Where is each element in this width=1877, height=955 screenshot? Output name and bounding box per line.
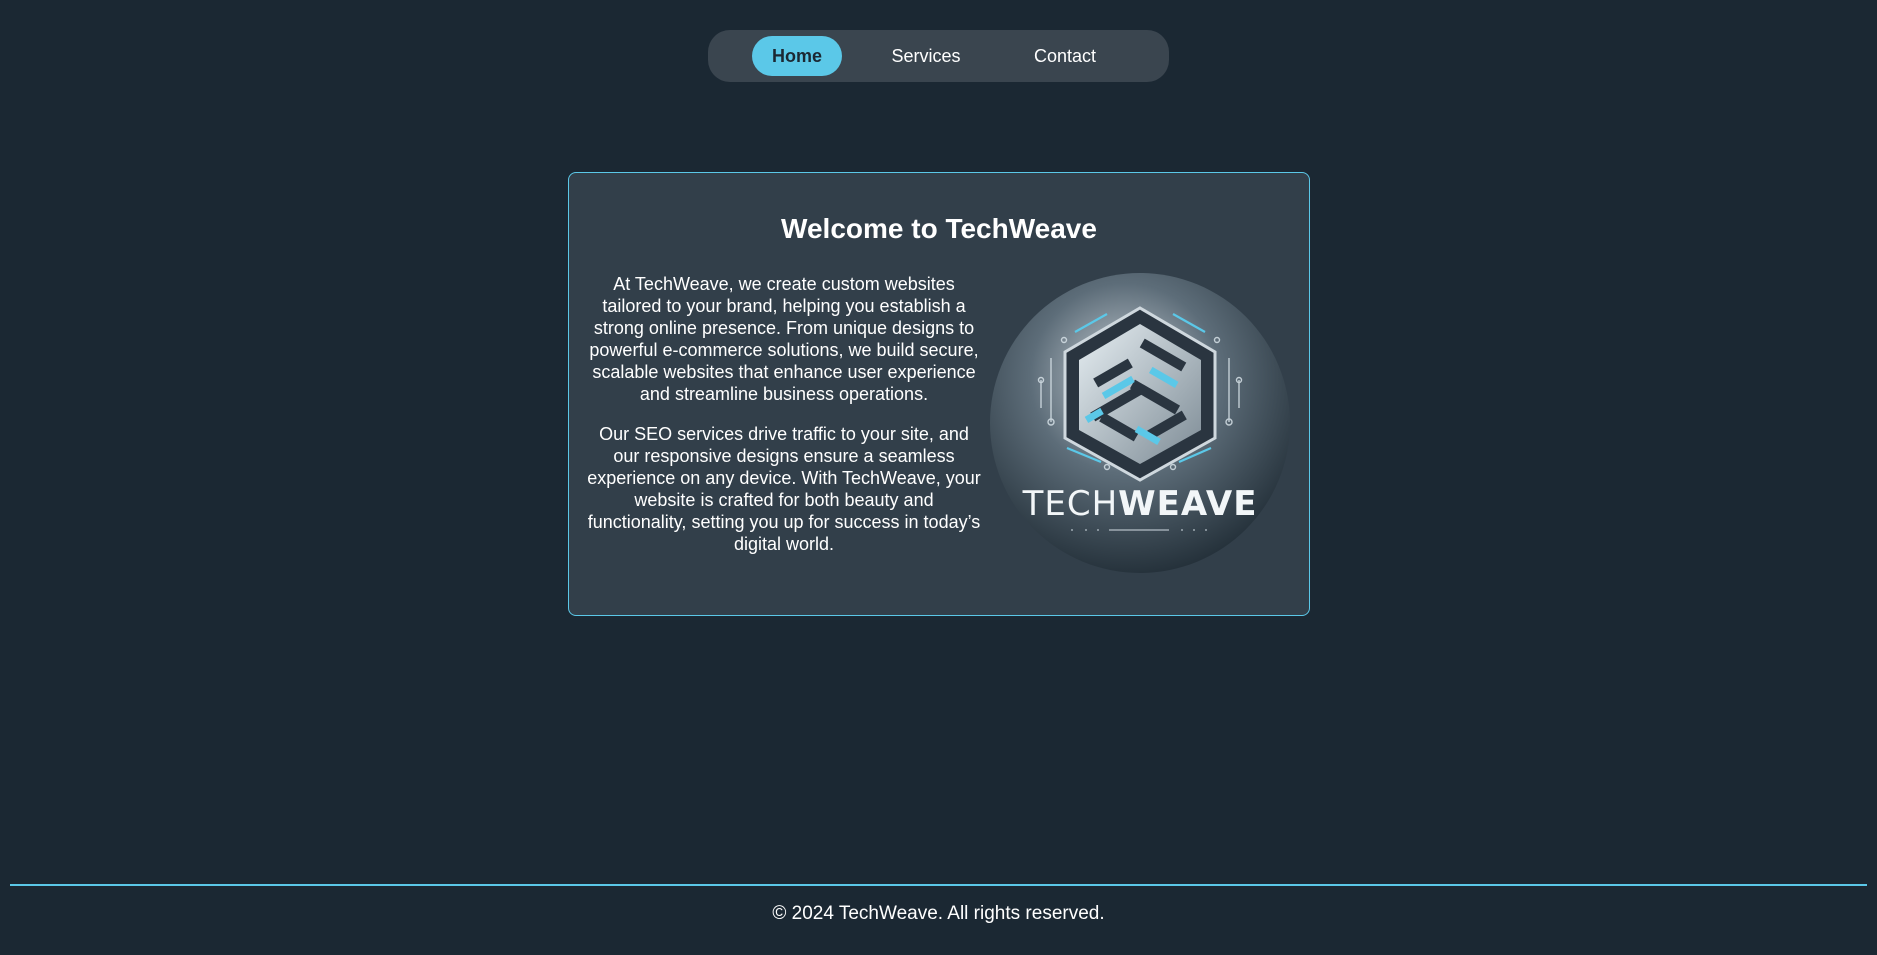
intro-paragraph-2: Our SEO services drive traffic to your s… bbox=[587, 424, 981, 554]
intro-paragraph-1: At TechWeave, we create custom websites … bbox=[589, 274, 979, 404]
page-title: Welcome to TechWeave bbox=[781, 213, 1097, 244]
logo-text-weave: WEAVE bbox=[1118, 484, 1257, 524]
top-nav: Home Services Contact bbox=[708, 30, 1169, 82]
nav-item-home[interactable]: Home bbox=[752, 36, 842, 76]
svg-text:TECHWEAVE: TECHWEAVE bbox=[1022, 484, 1258, 524]
intro-text: At TechWeave, we create custom websites … bbox=[587, 273, 981, 573]
nav-item-contact[interactable]: Contact bbox=[1008, 36, 1122, 76]
welcome-card: Welcome to TechWeave At TechWeave, we cr… bbox=[568, 172, 1310, 616]
footer-copyright: © 2024 TechWeave. All rights reserved. bbox=[772, 903, 1105, 924]
nav-item-services[interactable]: Services bbox=[870, 36, 982, 76]
logo-text-tech: TECH bbox=[1022, 484, 1119, 524]
techweave-logo: TECHWEAVE bbox=[990, 273, 1290, 573]
footer-divider bbox=[10, 884, 1867, 886]
